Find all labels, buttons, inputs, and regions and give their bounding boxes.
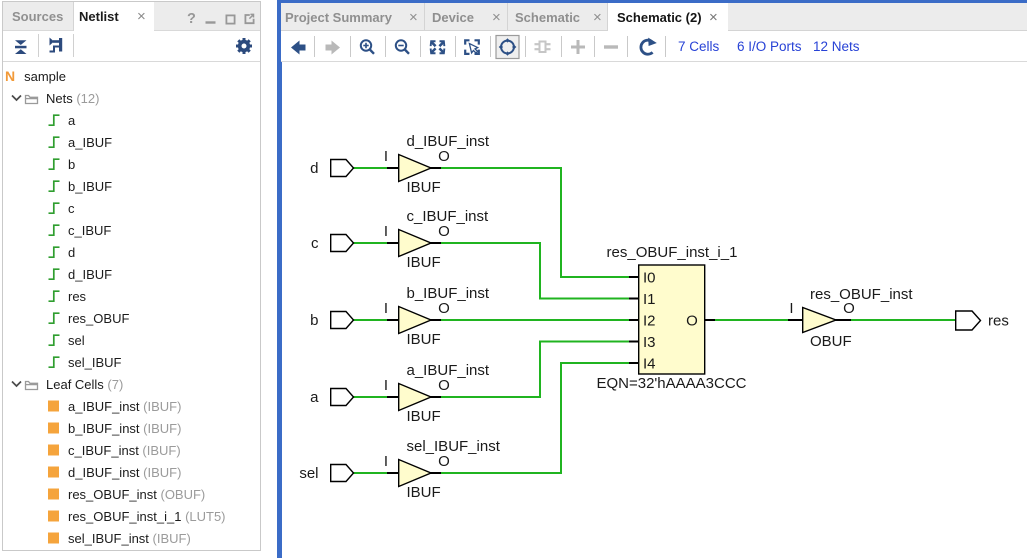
svg-text:c_IBUF_inst: c_IBUF_inst <box>407 208 490 225</box>
svg-text:O: O <box>438 223 450 240</box>
svg-text:I4: I4 <box>643 356 656 373</box>
svg-text:IBUF: IBUF <box>407 408 441 425</box>
svg-text:O: O <box>438 377 450 394</box>
svg-text:I: I <box>384 300 388 317</box>
svg-text:I: I <box>384 377 388 394</box>
svg-text:OBUF: OBUF <box>810 333 852 350</box>
svg-text:7 Cells: 7 Cells <box>678 39 720 54</box>
svg-text:IBUF: IBUF <box>407 179 441 196</box>
svg-text:O: O <box>438 453 450 470</box>
svg-text:I2: I2 <box>643 313 656 330</box>
svg-text:I1: I1 <box>643 291 656 308</box>
svg-text:a: a <box>310 389 319 406</box>
svg-text:?: ? <box>187 11 196 27</box>
svg-text:IBUF: IBUF <box>407 331 441 348</box>
svg-text:EQN=32'hAAAA3CCC: EQN=32'hAAAA3CCC <box>596 375 746 392</box>
svg-text:I: I <box>384 223 388 240</box>
svg-text:sel: sel <box>299 465 318 482</box>
svg-text:I: I <box>384 453 388 470</box>
svg-text:d: d <box>310 160 318 177</box>
svg-text:sel_IBUF_inst: sel_IBUF_inst <box>407 438 501 455</box>
svg-text:c: c <box>311 235 319 252</box>
svg-text:IBUF: IBUF <box>407 254 441 271</box>
svg-text:I: I <box>789 300 793 317</box>
svg-text:O: O <box>438 148 450 165</box>
svg-text:res_OBUF_inst_i_1: res_OBUF_inst_i_1 <box>607 244 738 261</box>
svg-text:O: O <box>686 313 698 330</box>
svg-text:I3: I3 <box>643 334 656 351</box>
svg-text:a_IBUF_inst: a_IBUF_inst <box>407 362 490 379</box>
svg-text:I0: I0 <box>643 270 656 287</box>
svg-text:O: O <box>438 300 450 317</box>
svg-text:d_IBUF_inst: d_IBUF_inst <box>407 133 490 150</box>
svg-text:b: b <box>310 312 318 329</box>
svg-text:IBUF: IBUF <box>407 484 441 501</box>
svg-text:res: res <box>988 313 1009 330</box>
svg-text:b_IBUF_inst: b_IBUF_inst <box>407 285 490 302</box>
svg-text:12 Nets: 12 Nets <box>813 39 860 54</box>
svg-text:I: I <box>384 148 388 165</box>
svg-text:res_OBUF_inst: res_OBUF_inst <box>810 286 913 303</box>
svg-text:6 I/O Ports: 6 I/O Ports <box>737 39 802 54</box>
